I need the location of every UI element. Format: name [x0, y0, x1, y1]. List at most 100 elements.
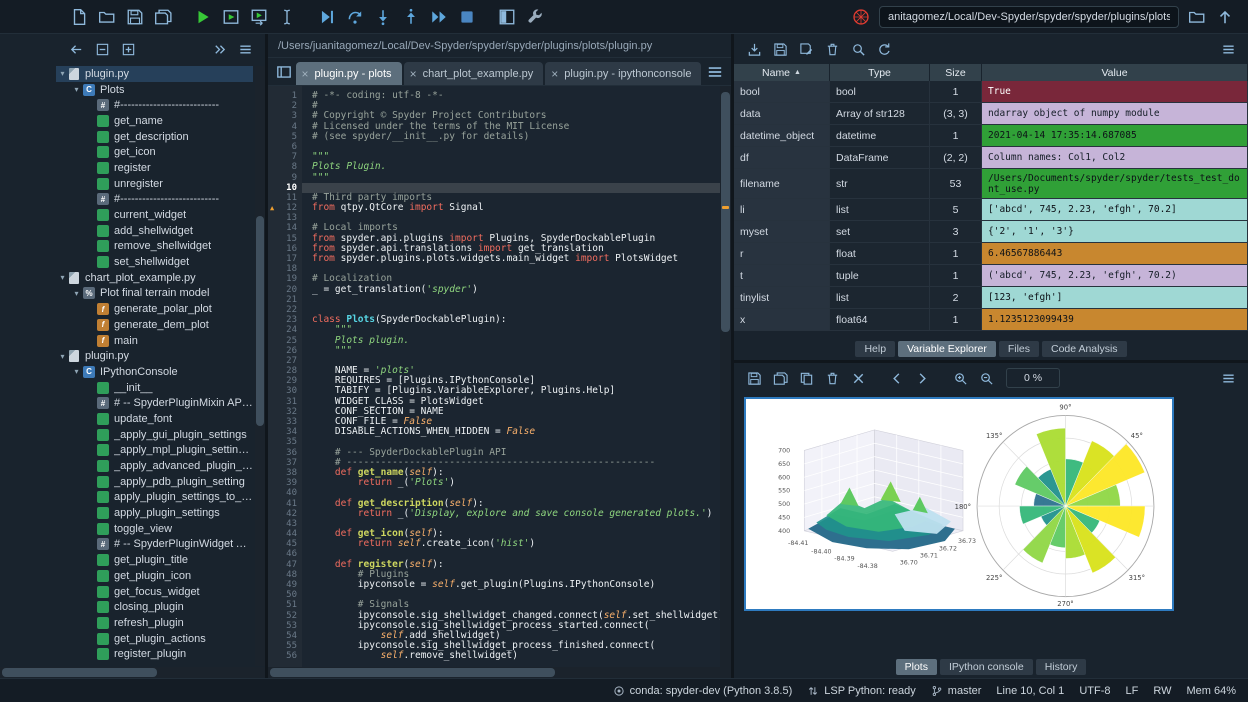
- outline-options-icon[interactable]: [233, 37, 257, 61]
- outline-item[interactable]: get_focus_widget: [56, 584, 253, 600]
- outline-item[interactable]: apply_plugin_settings_to_c...: [56, 490, 253, 506]
- line-number[interactable]: 3: [268, 111, 302, 121]
- continue-icon[interactable]: [426, 4, 452, 30]
- line-number[interactable]: 54: [268, 631, 302, 641]
- variable-table-header[interactable]: Name▲TypeSizeValue: [734, 64, 1248, 81]
- outline-item[interactable]: get_description: [56, 129, 253, 145]
- save-all-icon[interactable]: [150, 4, 176, 30]
- line-number[interactable]: 20: [268, 285, 302, 295]
- outline-hscrollbar[interactable]: [0, 667, 265, 678]
- plots-options-icon[interactable]: [1216, 366, 1240, 390]
- maximize-icon[interactable]: [494, 4, 520, 30]
- line-number[interactable]: 17: [268, 254, 302, 264]
- remove-variable-icon[interactable]: [820, 37, 844, 61]
- outline-item[interactable]: get_plugin_icon: [56, 568, 253, 584]
- line-number[interactable]: 23: [268, 315, 302, 325]
- line-number[interactable]: 30: [268, 386, 302, 396]
- chevron-down-icon[interactable]: ▾: [70, 367, 83, 376]
- step-into-icon[interactable]: [370, 4, 396, 30]
- line-number[interactable]: 4: [268, 122, 302, 132]
- step-over-icon[interactable]: [342, 4, 368, 30]
- outline-item[interactable]: get_plugin_title: [56, 552, 253, 568]
- run-cell-advance-icon[interactable]: [246, 4, 272, 30]
- line-number[interactable]: 47: [268, 560, 302, 570]
- outline-item[interactable]: __init__: [56, 380, 253, 396]
- outline-item[interactable]: _apply_gui_plugin_settings: [56, 427, 253, 443]
- variable-value[interactable]: True: [982, 81, 1248, 102]
- scrollbar-thumb[interactable]: [2, 668, 157, 677]
- browse-tabs-icon[interactable]: [274, 59, 294, 85]
- zoom-out-icon[interactable]: [974, 366, 998, 390]
- line-number[interactable]: 21: [268, 295, 302, 305]
- save-data-icon[interactable]: [768, 37, 792, 61]
- outline-item[interactable]: current_widget: [56, 207, 253, 223]
- status-encoding[interactable]: UTF-8: [1079, 685, 1110, 697]
- line-number[interactable]: 41: [268, 499, 302, 509]
- chevron-double-right-icon[interactable]: [207, 37, 231, 61]
- outline-item[interactable]: refresh_plugin: [56, 615, 253, 631]
- outline-item[interactable]: get_plugin_actions: [56, 631, 253, 647]
- line-number[interactable]: 29: [268, 376, 302, 386]
- outline-vscrollbar[interactable]: [255, 66, 265, 666]
- outline-item[interactable]: apply_plugin_settings: [56, 505, 253, 521]
- line-number[interactable]: 31: [268, 397, 302, 407]
- line-number[interactable]: 39: [268, 478, 302, 488]
- save-all-plots-icon[interactable]: [768, 366, 792, 390]
- status-conda-env[interactable]: conda: spyder-dev (Python 3.8.5): [613, 685, 793, 697]
- line-number[interactable]: 13: [268, 213, 302, 223]
- line-number[interactable]: 19: [268, 274, 302, 284]
- editor-tab-chart-plot-example-py[interactable]: ×chart_plot_example.py: [404, 62, 544, 85]
- line-number[interactable]: 22: [268, 305, 302, 315]
- outline-item[interactable]: get_name: [56, 113, 253, 129]
- new-file-icon[interactable]: [66, 4, 92, 30]
- status-eol[interactable]: LF: [1125, 685, 1138, 697]
- code-area[interactable]: # -*- coding: utf-8 -*-## Copyright © Sp…: [302, 86, 720, 667]
- open-folder-icon[interactable]: [94, 4, 120, 30]
- line-number[interactable]: 14: [268, 223, 302, 233]
- outline-item[interactable]: toggle_view: [56, 521, 253, 537]
- step-return-icon[interactable]: [398, 4, 424, 30]
- close-tab-icon[interactable]: ×: [302, 67, 309, 81]
- collapse-all-icon[interactable]: [90, 37, 114, 61]
- variable-value[interactable]: 1.1235123099439: [982, 309, 1248, 330]
- line-number[interactable]: 32: [268, 407, 302, 417]
- line-number[interactable]: 26: [268, 346, 302, 356]
- tab-plots[interactable]: Plots: [896, 659, 937, 675]
- chevron-down-icon[interactable]: ▾: [70, 289, 83, 298]
- line-number[interactable]: 11: [268, 193, 302, 203]
- line-number[interactable]: 49: [268, 580, 302, 590]
- line-number[interactable]: 10: [268, 183, 302, 193]
- editor-vscrollbar[interactable]: [720, 86, 731, 667]
- stop-icon[interactable]: [454, 4, 480, 30]
- outline-item[interactable]: ▾plugin.py: [56, 348, 253, 364]
- line-number[interactable]: 48: [268, 570, 302, 580]
- line-number[interactable]: 40: [268, 488, 302, 498]
- outline-item[interactable]: _apply_advanced_plugin_s...: [56, 458, 253, 474]
- close-tab-icon[interactable]: ×: [410, 67, 417, 81]
- line-number[interactable]: 46: [268, 549, 302, 559]
- save-data-as-icon[interactable]: [794, 37, 818, 61]
- variable-row-myset[interactable]: mysetset3{'2', '1', '3'}: [734, 221, 1248, 243]
- line-number[interactable]: 9: [268, 173, 302, 183]
- outline-item[interactable]: ▾CPlots: [56, 82, 253, 98]
- status-cursor-position[interactable]: Line 10, Col 1: [996, 685, 1064, 697]
- outline-item[interactable]: fgenerate_polar_plot: [56, 301, 253, 317]
- scrollbar-thumb[interactable]: [256, 216, 264, 426]
- outline-item[interactable]: ▾%Plot final terrain model: [56, 286, 253, 302]
- line-number[interactable]: 45: [268, 539, 302, 549]
- line-number[interactable]: 35: [268, 437, 302, 447]
- search-icon[interactable]: [846, 37, 870, 61]
- variable-row-li[interactable]: lilist5['abcd', 745, 2.23, 'efgh', 70.2]: [734, 199, 1248, 221]
- next-plot-icon[interactable]: [910, 366, 934, 390]
- close-plot-icon[interactable]: [846, 366, 870, 390]
- line-number[interactable]: 55: [268, 641, 302, 651]
- outline-item[interactable]: ##---------------------------: [56, 97, 253, 113]
- scrollbar-thumb[interactable]: [270, 668, 555, 677]
- chevron-down-icon[interactable]: ▾: [56, 273, 69, 282]
- line-number[interactable]: 43: [268, 519, 302, 529]
- line-number[interactable]: 15: [268, 234, 302, 244]
- line-number[interactable]: 44: [268, 529, 302, 539]
- line-number[interactable]: 28: [268, 366, 302, 376]
- line-number[interactable]: 27: [268, 356, 302, 366]
- outline-item[interactable]: ▾plugin.py: [56, 66, 253, 82]
